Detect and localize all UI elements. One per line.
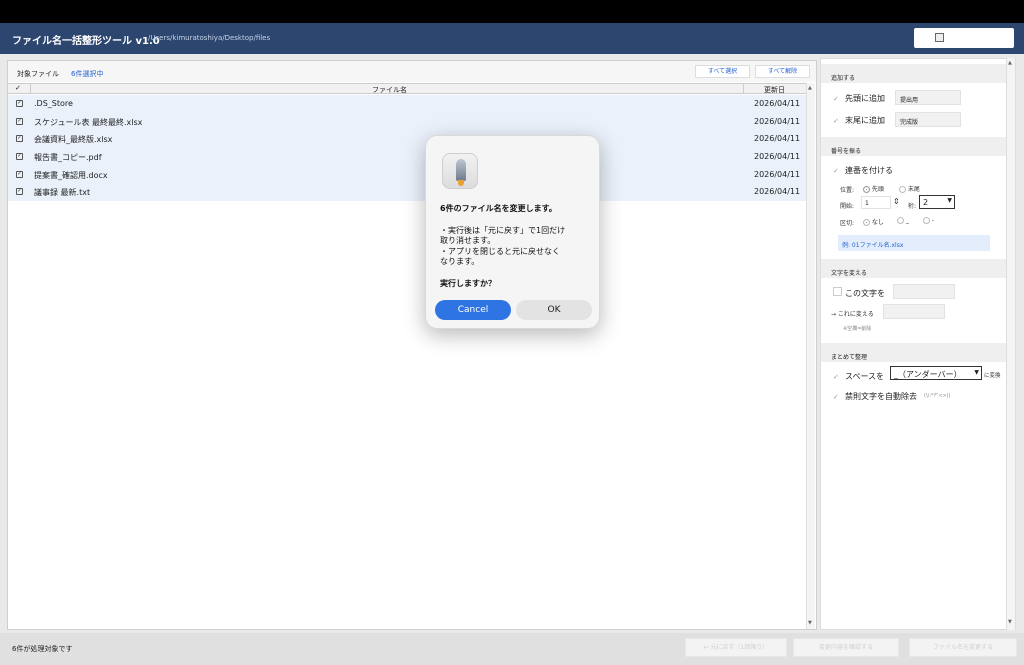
dialog-line-1: 6件のファイル名を変更します。 <box>440 204 557 213</box>
dialog-question: 実行しますか？ <box>440 279 496 288</box>
dialog-line-3: 取り消せます。 <box>440 236 496 245</box>
cancel-button[interactable]: Cancel <box>435 300 511 320</box>
dialog-line-2: ・実行後は「元に戻す」で1回だけ <box>440 226 566 235</box>
modal-overlay: 6件のファイル名を変更します。 ・実行後は「元に戻す」で1回だけ 取り消せます。… <box>0 0 1024 665</box>
dialog-line-5: なります。 <box>440 257 480 266</box>
confirm-dialog: 6件のファイル名を変更します。 ・実行後は「元に戻す」で1回だけ 取り消せます。… <box>425 135 600 329</box>
ok-button[interactable]: OK <box>516 300 592 320</box>
app-rocket-icon <box>442 153 478 189</box>
dialog-line-4: ・アプリを閉じると元に戻せなく <box>440 247 560 256</box>
